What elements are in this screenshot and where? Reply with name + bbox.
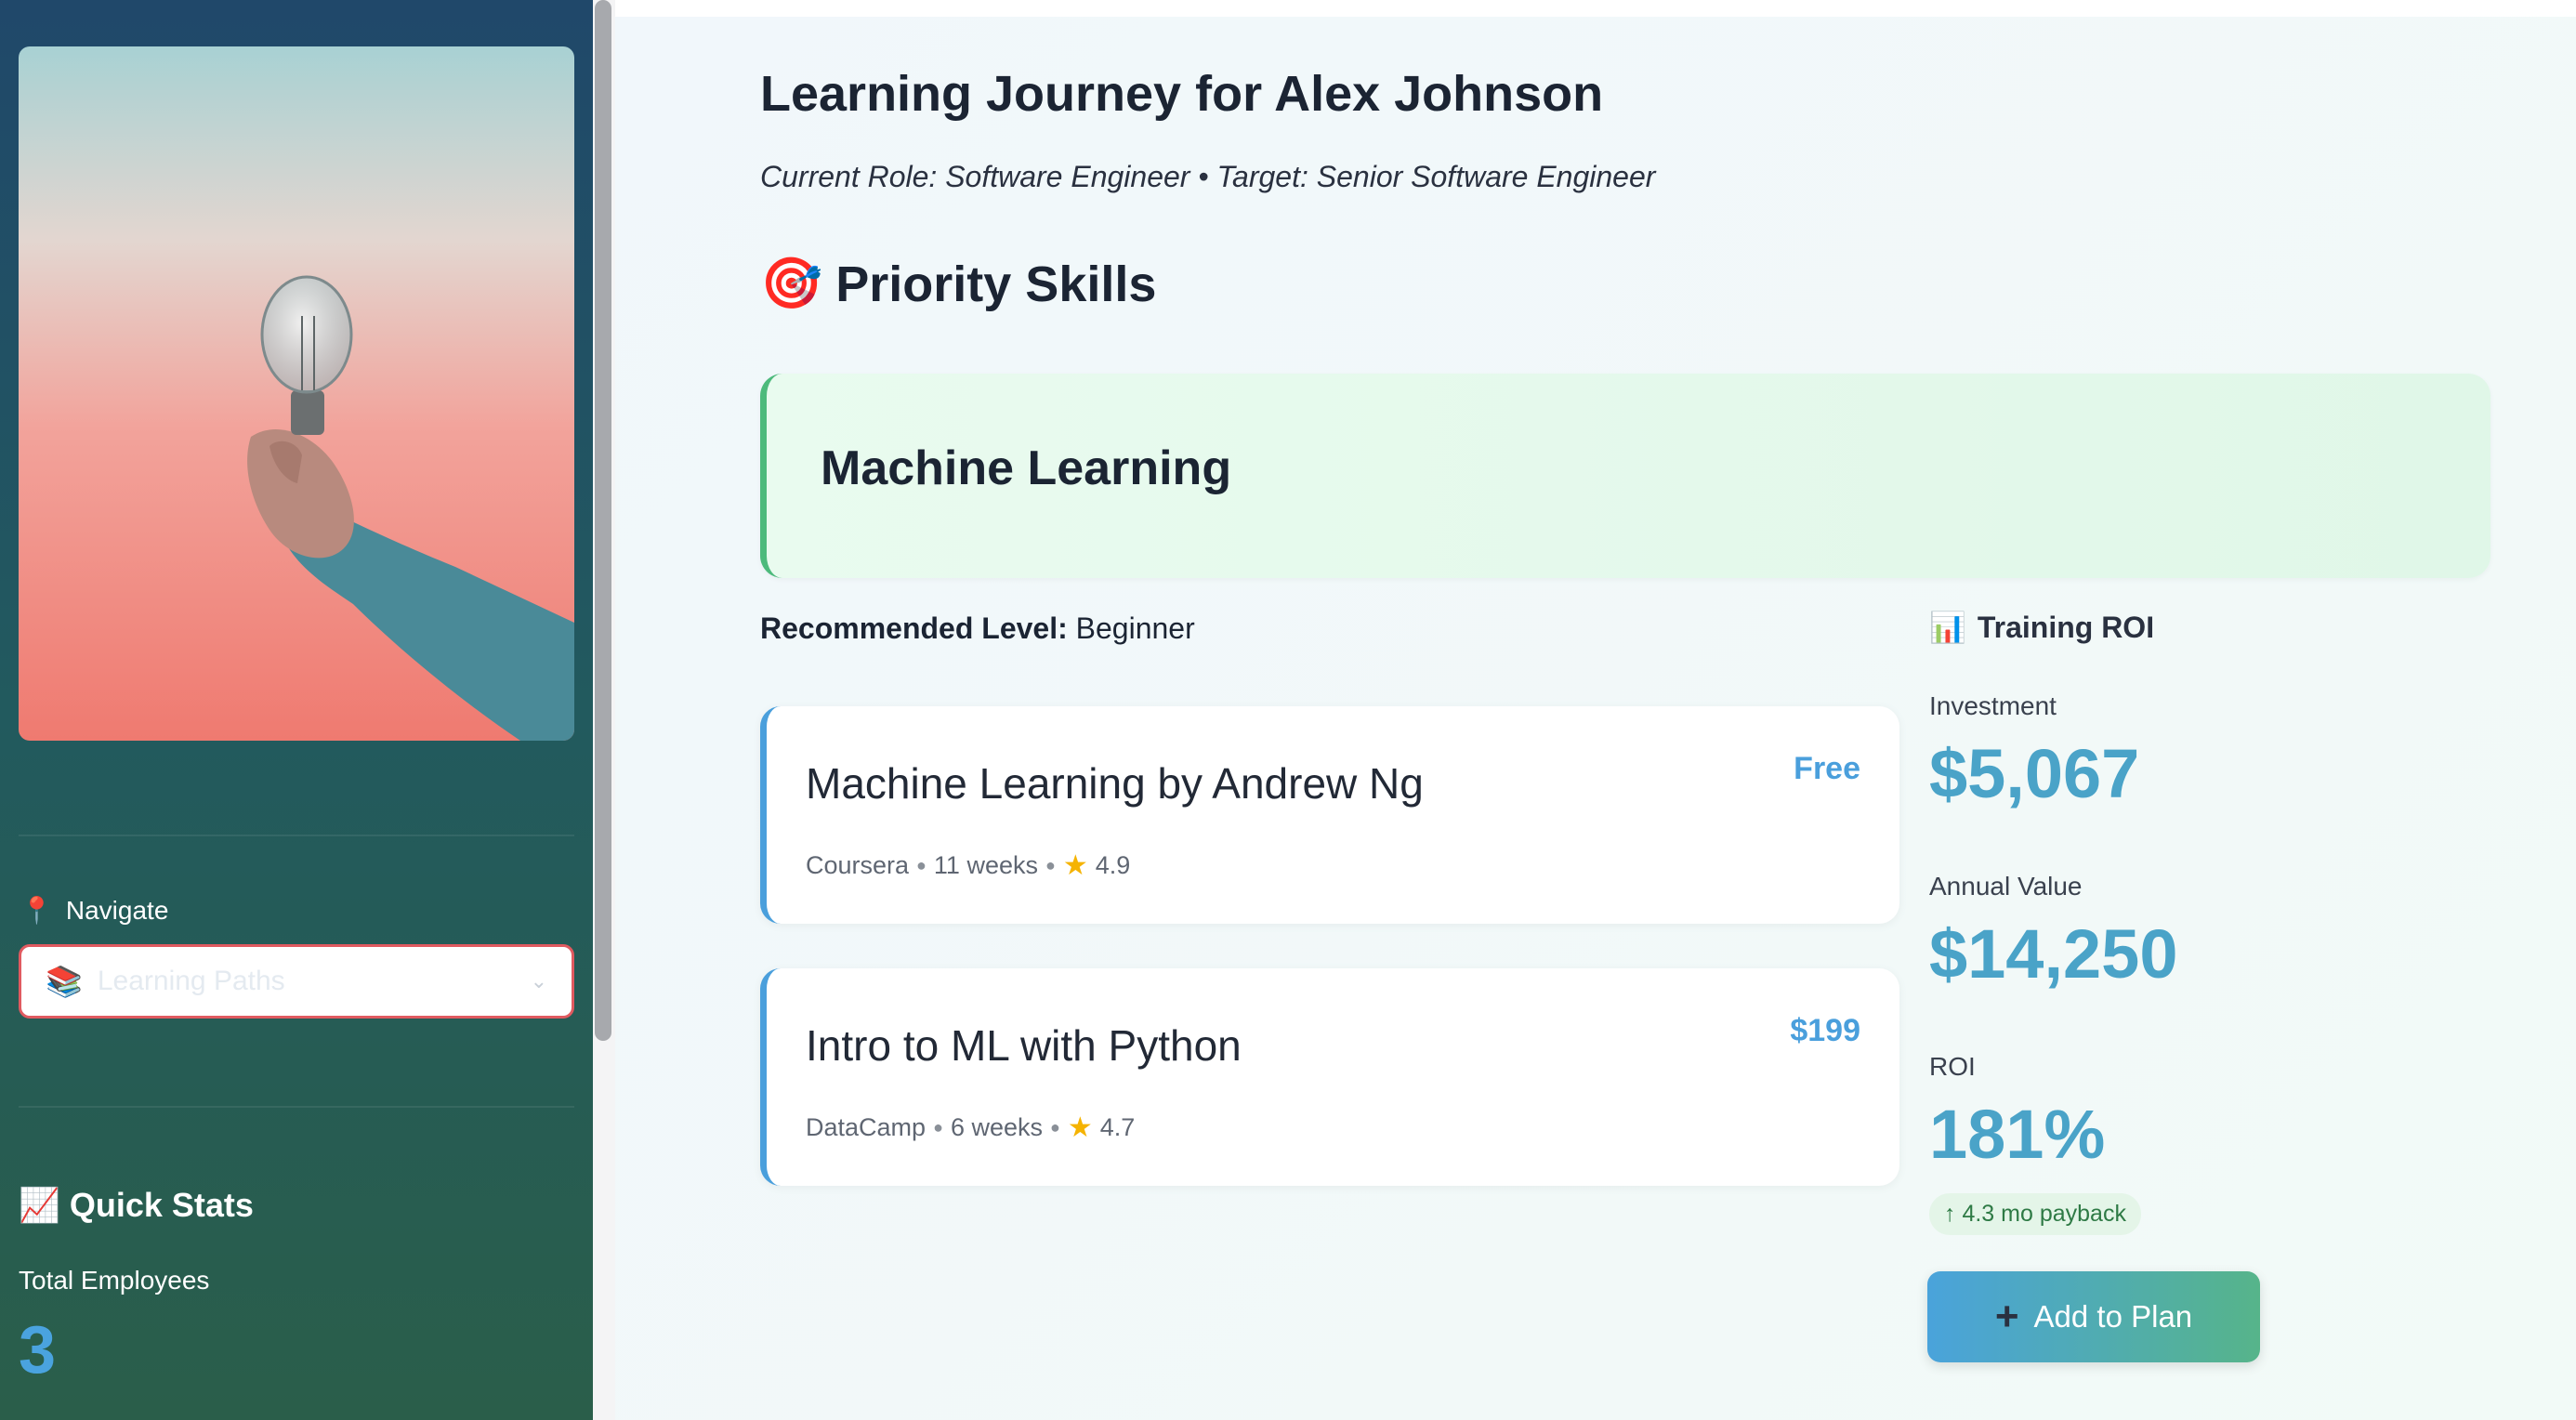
page-title: Learning Journey for Alex Johnson <box>760 66 1604 122</box>
course-meta: Coursera ● 11 weeks ● ★ 4.9 <box>806 849 1130 882</box>
plus-icon: + <box>1994 1294 2019 1339</box>
course-provider: Coursera <box>806 851 910 879</box>
chart-increasing-icon: 📈 <box>19 1186 60 1224</box>
quick-stats-title: 📈 Quick Stats <box>19 1186 254 1224</box>
course-title: Machine Learning by Andrew Ng <box>806 759 1424 808</box>
separator-dot: ● <box>1050 1118 1060 1137</box>
separator-dot: ● <box>933 1118 943 1137</box>
course-card[interactable]: Machine Learning by Andrew Ng Free Cours… <box>760 706 1899 924</box>
separator-dot: ● <box>1045 856 1056 874</box>
main-content: Learning Journey for Alex Johnson Curren… <box>615 0 2576 1420</box>
sidebar-scrollbar[interactable] <box>593 0 615 1420</box>
annual-value-label: Annual Value <box>1929 872 2083 901</box>
separator-dot: ● <box>916 856 927 874</box>
hero-image <box>19 46 574 741</box>
pin-icon: 📍 <box>20 896 53 925</box>
chevron-down-icon: ⌄ <box>530 969 547 993</box>
arrow-up-icon: ↑ <box>1944 1201 1956 1227</box>
roi-value: 181% <box>1929 1096 2106 1173</box>
navigate-select[interactable]: 📚 Learning Paths ⌄ <box>19 944 574 1019</box>
star-icon: ★ <box>1062 850 1088 881</box>
course-provider: DataCamp <box>806 1113 927 1141</box>
course-rating: 4.9 <box>1095 851 1131 879</box>
sidebar-divider <box>19 835 574 836</box>
star-icon: ★ <box>1067 1112 1093 1143</box>
scrollbar-thumb[interactable] <box>595 0 611 1041</box>
course-duration: 11 weeks <box>933 851 1038 879</box>
course-card[interactable]: Intro to ML with Python $199 DataCamp ● … <box>760 968 1899 1186</box>
navigate-label: 📍 Navigate <box>20 895 169 926</box>
course-price: $199 <box>1790 1013 1860 1048</box>
bar-chart-icon: 📊 <box>1929 611 1966 644</box>
total-employees-label: Total Employees <box>19 1266 210 1295</box>
annual-value: $14,250 <box>1929 915 2178 993</box>
course-title: Intro to ML with Python <box>806 1021 1242 1070</box>
target-icon: 🎯 <box>760 256 823 311</box>
skill-name: Machine Learning <box>821 441 1232 495</box>
role-subtitle: Current Role: Software Engineer • Target… <box>760 160 1656 193</box>
recommended-level-value: Beginner <box>1075 611 1195 645</box>
sidebar-divider <box>19 1106 574 1108</box>
navigate-select-value: Learning Paths <box>97 966 285 996</box>
recommended-level-label: Recommended Level: <box>760 611 1068 645</box>
recommended-level: Recommended Level: Beginner <box>760 611 1195 646</box>
investment-value: $5,067 <box>1929 735 2140 812</box>
total-employees-value: 3 <box>19 1313 57 1387</box>
course-rating: 4.7 <box>1099 1113 1136 1141</box>
course-price: Free <box>1794 751 1860 786</box>
books-icon: 📚 <box>46 965 83 998</box>
add-to-plan-button[interactable]: + Add to Plan <box>1927 1271 2260 1362</box>
course-meta: DataCamp ● 6 weeks ● ★ 4.7 <box>806 1111 1135 1144</box>
course-duration: 6 weeks <box>950 1113 1043 1141</box>
investment-label: Investment <box>1929 691 2057 720</box>
skill-banner: Machine Learning <box>760 374 2491 578</box>
top-bar <box>615 0 2576 17</box>
sidebar: 📍 Navigate 📚 Learning Paths ⌄ 📈 Quick St… <box>0 0 593 1420</box>
payback-badge: ↑ 4.3 mo payback <box>1929 1193 2141 1235</box>
training-roi-heading: 📊 Training ROI <box>1929 610 2155 645</box>
roi-label: ROI <box>1929 1052 1976 1081</box>
priority-skills-heading: 🎯 Priority Skills <box>760 256 1157 312</box>
